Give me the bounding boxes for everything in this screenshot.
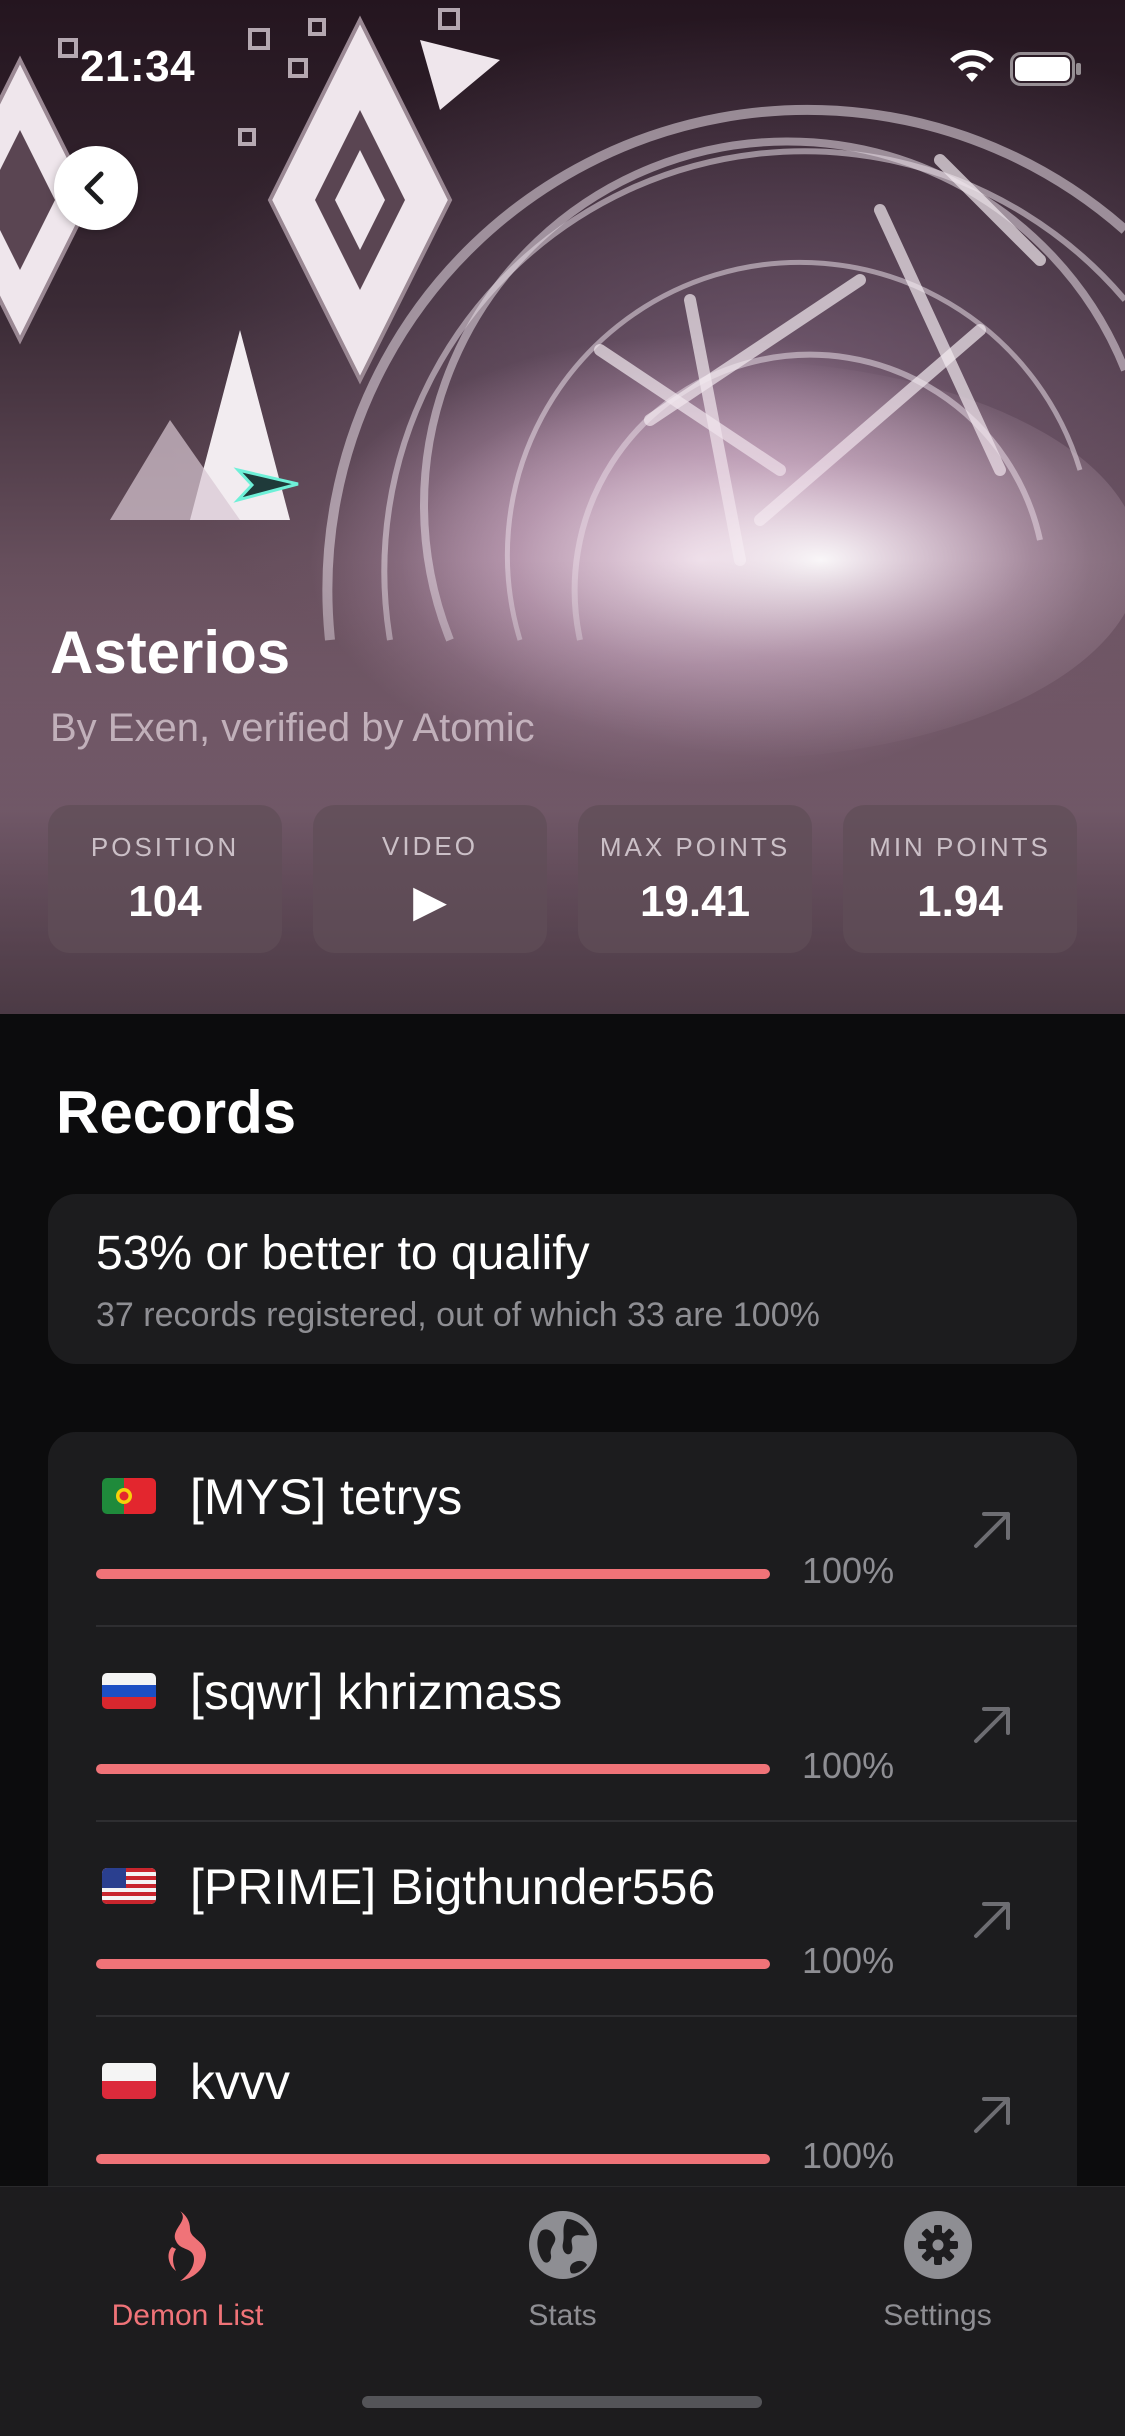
back-button[interactable] bbox=[54, 146, 138, 230]
record-row[interactable]: [MYS] tetrys 100% bbox=[48, 1432, 1077, 1627]
gear-icon bbox=[903, 2211, 972, 2279]
player-name: kvvv bbox=[190, 2054, 290, 2110]
russia-flag-icon bbox=[102, 1673, 156, 1709]
portugal-flag-icon bbox=[102, 1478, 156, 1514]
tab-demon-list[interactable]: Demon List bbox=[0, 2207, 375, 2357]
progress-bar bbox=[96, 1764, 770, 1774]
video-tile[interactable]: VIDEO ▶ bbox=[313, 805, 547, 953]
tab-label: Stats bbox=[528, 2299, 597, 2332]
record-row[interactable]: [PRIME] Bigthunder556 100% bbox=[48, 1822, 1077, 2017]
progress-bar bbox=[96, 1959, 770, 1969]
record-percent: 100% bbox=[802, 1745, 895, 1786]
qualify-requirement: 53% or better to qualify bbox=[96, 1227, 590, 1280]
status-bar: 21:34 bbox=[0, 0, 1125, 132]
external-link-icon[interactable] bbox=[970, 2093, 1014, 2137]
position-value: 104 bbox=[128, 876, 202, 926]
external-link-icon[interactable] bbox=[970, 1898, 1014, 1942]
stat-label: MAX POINTS bbox=[599, 831, 791, 862]
tab-label: Settings bbox=[883, 2299, 992, 2332]
record-percent: 100% bbox=[802, 1550, 895, 1591]
globe-icon bbox=[528, 2211, 597, 2279]
tab-stats[interactable]: Stats bbox=[375, 2207, 750, 2357]
wifi-icon bbox=[950, 49, 994, 82]
player-name: [sqwr] khrizmass bbox=[190, 1664, 563, 1720]
records-heading: Records bbox=[56, 1079, 297, 1146]
progress-bar bbox=[96, 1569, 770, 1579]
min-points-value: 1.94 bbox=[917, 876, 1003, 926]
record-percent: 100% bbox=[802, 1940, 895, 1981]
poland-flag-icon bbox=[102, 2063, 156, 2099]
qualify-card: 53% or better to qualify 37 records regi… bbox=[48, 1194, 1077, 1364]
max-points-value: 19.41 bbox=[639, 876, 751, 926]
max-points-tile: MAX POINTS 19.41 bbox=[578, 805, 812, 953]
player-name: [MYS] tetrys bbox=[190, 1469, 463, 1525]
player-name: [PRIME] Bigthunder556 bbox=[190, 1859, 716, 1915]
position-tile: POSITION 104 bbox=[48, 805, 282, 953]
record-row[interactable]: kvvv 100% bbox=[48, 2017, 1077, 2192]
stat-label: POSITION bbox=[90, 831, 240, 862]
records-list: [MYS] tetrys 100% [sqwr] khrizmass 100% bbox=[48, 1432, 1077, 2192]
min-points-tile: MIN POINTS 1.94 bbox=[843, 805, 1077, 953]
level-detail-screen: 21:34 Asterios By Exen, verified by Atom… bbox=[0, 0, 1125, 2436]
record-row[interactable]: [sqwr] khrizmass 100% bbox=[48, 1627, 1077, 1822]
external-link-icon[interactable] bbox=[970, 1508, 1014, 1552]
stat-label: VIDEO bbox=[382, 831, 478, 861]
play-icon: ▶ bbox=[413, 877, 447, 926]
stat-label: MIN POINTS bbox=[869, 831, 1051, 862]
record-percent: 100% bbox=[802, 2135, 895, 2176]
tab-label: Demon List bbox=[111, 2299, 264, 2332]
home-indicator bbox=[362, 2396, 762, 2408]
battery-icon bbox=[1010, 52, 1081, 86]
usa-flag-icon bbox=[102, 1868, 156, 1904]
tab-settings[interactable]: Settings bbox=[750, 2207, 1125, 2357]
level-title: Asterios bbox=[50, 619, 291, 686]
level-creator-verifier: By Exen, verified by Atomic bbox=[50, 706, 535, 750]
records-summary: 37 records registered, out of which 33 a… bbox=[96, 1296, 820, 1334]
external-link-icon[interactable] bbox=[970, 1703, 1014, 1747]
level-hero: 21:34 Asterios By Exen, verified by Atom… bbox=[0, 0, 1125, 1014]
chevron-left-icon bbox=[84, 171, 104, 205]
demon-icon bbox=[168, 2211, 206, 2281]
progress-bar bbox=[96, 2154, 770, 2164]
status-time: 21:34 bbox=[80, 42, 196, 91]
